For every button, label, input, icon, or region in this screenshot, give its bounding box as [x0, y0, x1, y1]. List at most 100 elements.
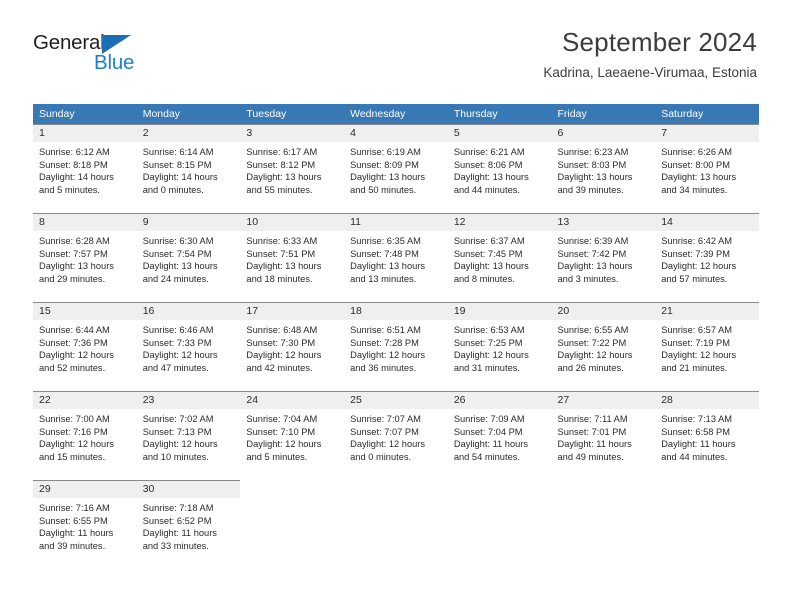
- day-number: 9: [136, 214, 241, 231]
- sunset-time: Sunset: 7:48 PM: [350, 248, 419, 259]
- day-cell-body: 24 Sunrise: 7:04 AM Sunset: 7:10 PM Dayligh…: [240, 391, 345, 480]
- daylight-duration-line1: Daylight: 13 hours: [453, 172, 529, 183]
- day-cell-body: 7 Sunrise: 6:26 AM Sunset: 8:00 PM Daylight…: [655, 124, 759, 213]
- calendar-day-cell[interactable]: 26 Sunrise: 7:09 AM Sunset: 7:04 PM Dayligh…: [447, 391, 552, 480]
- daylight-duration-line2: and 0 minutes.: [142, 184, 204, 195]
- calendar-day-cell[interactable]: 17 Sunrise: 6:48 AM Sunset: 7:30 PM Dayligh…: [240, 302, 345, 391]
- daylight-duration-line1: Daylight: 11 hours: [142, 528, 217, 539]
- day-number: 1: [33, 125, 137, 142]
- calendar-day-cell[interactable]: 23 Sunrise: 7:02 AM Sunset: 7:13 PM Dayligh…: [136, 391, 241, 480]
- calendar-day-cell[interactable]: 14 Sunrise: 6:42 AM Sunset: 7:39 PM Dayligh…: [655, 213, 759, 302]
- calendar-day-cell[interactable]: 10 Sunrise: 6:33 AM Sunset: 7:51 PM Dayligh…: [240, 213, 345, 302]
- daylight-duration-line1: Daylight: 13 hours: [142, 261, 218, 272]
- day-sun-info: Sunrise: 6:28 AM Sunset: 7:57 PM Daylight:…: [33, 231, 137, 285]
- day-cell-body: 18 Sunrise: 6:51 AM Sunset: 7:28 PM Dayligh…: [344, 302, 448, 391]
- calendar-day-cell[interactable]: 8 Sunrise: 6:28 AM Sunset: 7:57 PM Daylight…: [33, 213, 137, 302]
- calendar-day-cell[interactable]: 12 Sunrise: 6:37 AM Sunset: 7:45 PM Dayligh…: [447, 213, 552, 302]
- daylight-duration-line1: Daylight: 12 hours: [557, 350, 633, 361]
- day-number: [552, 480, 656, 497]
- page-header: General Blue September 2024 Kadrina, Lae…: [0, 0, 792, 100]
- calendar-day-cell[interactable]: 28 Sunrise: 7:13 AM Sunset: 6:58 PM Dayligh…: [655, 391, 759, 480]
- calendar-day-cell[interactable]: 13 Sunrise: 6:39 AM Sunset: 7:42 PM Dayligh…: [551, 213, 656, 302]
- day-cell-body: [655, 480, 759, 569]
- day-number: 24: [240, 392, 345, 409]
- daylight-duration-line2: and 47 minutes.: [142, 362, 209, 373]
- daylight-duration-line1: Daylight: 14 hours: [142, 172, 218, 183]
- sunrise-time: Sunrise: 6:44 AM: [39, 325, 110, 335]
- daylight-duration-line2: and 44 minutes.: [661, 451, 728, 462]
- calendar-day-cell[interactable]: 2 Sunrise: 6:14 AM Sunset: 8:15 PM Daylight…: [136, 124, 241, 213]
- sunset-time: Sunset: 7:07 PM: [350, 426, 419, 437]
- sunrise-time: Sunrise: 7:16 AM: [39, 503, 110, 513]
- sunrise-time: Sunrise: 6:35 AM: [350, 236, 421, 246]
- calendar-day-cell[interactable]: 27 Sunrise: 7:11 AM Sunset: 7:01 PM Dayligh…: [551, 391, 656, 480]
- day-number: 17: [240, 303, 345, 320]
- daylight-duration-line2: and 39 minutes.: [557, 184, 624, 195]
- calendar-day-cell[interactable]: 30 Sunrise: 7:18 AM Sunset: 6:52 PM Dayligh…: [136, 480, 241, 569]
- calendar-day-cell[interactable]: 4 Sunrise: 6:19 AM Sunset: 8:09 PM Daylight…: [344, 124, 448, 213]
- weekday-header-tuesday: Tuesday: [240, 104, 345, 124]
- day-sun-info: Sunrise: 6:26 AM Sunset: 8:00 PM Daylight:…: [655, 142, 759, 196]
- calendar-day-cell[interactable]: 25 Sunrise: 7:07 AM Sunset: 7:07 PM Dayligh…: [344, 391, 448, 480]
- sunset-time: Sunset: 7:42 PM: [557, 248, 627, 259]
- sunrise-time: Sunrise: 7:11 AM: [557, 414, 628, 424]
- day-sun-info: Sunrise: 7:13 AM Sunset: 6:58 PM Daylight:…: [655, 409, 759, 463]
- day-sun-info: Sunrise: 6:51 AM Sunset: 7:28 PM Daylight:…: [344, 320, 448, 374]
- daylight-duration-line1: Daylight: 11 hours: [557, 439, 632, 450]
- daylight-duration-line2: and 29 minutes.: [39, 273, 106, 284]
- daylight-duration-line1: Daylight: 12 hours: [350, 439, 426, 450]
- calendar-day-cell[interactable]: 24 Sunrise: 7:04 AM Sunset: 7:10 PM Dayligh…: [240, 391, 345, 480]
- calendar-day-cell[interactable]: 15 Sunrise: 6:44 AM Sunset: 7:36 PM Dayligh…: [33, 302, 137, 391]
- day-number: 26: [447, 392, 552, 409]
- day-cell-body: [448, 480, 552, 569]
- calendar-week-row: 29 Sunrise: 7:16 AM Sunset: 6:55 PM Dayligh…: [33, 480, 759, 569]
- day-number: 12: [447, 214, 552, 231]
- calendar-day-cell[interactable]: 20 Sunrise: 6:55 AM Sunset: 7:22 PM Dayligh…: [551, 302, 656, 391]
- calendar-empty-cell: [655, 480, 759, 569]
- day-sun-info: Sunrise: 7:09 AM Sunset: 7:04 PM Daylight:…: [448, 409, 552, 463]
- daylight-duration-line2: and 42 minutes.: [246, 362, 313, 373]
- sunrise-time: Sunrise: 7:13 AM: [661, 414, 733, 424]
- day-number: 28: [655, 392, 759, 409]
- calendar-day-cell[interactable]: 1 Sunrise: 6:12 AM Sunset: 8:18 PM Daylight…: [33, 124, 137, 213]
- calendar-day-cell[interactable]: 11 Sunrise: 6:35 AM Sunset: 7:48 PM Dayligh…: [344, 213, 448, 302]
- sunrise-time: Sunrise: 6:17 AM: [246, 147, 318, 157]
- daylight-duration-line1: Daylight: 11 hours: [39, 528, 114, 539]
- calendar-empty-cell: [552, 480, 656, 569]
- calendar-day-cell[interactable]: 18 Sunrise: 6:51 AM Sunset: 7:28 PM Dayligh…: [344, 302, 448, 391]
- day-sun-info: Sunrise: 6:30 AM Sunset: 7:54 PM Daylight:…: [137, 231, 241, 285]
- daylight-duration-line2: and 24 minutes.: [142, 273, 209, 284]
- day-cell-body: 23 Sunrise: 7:02 AM Sunset: 7:13 PM Dayligh…: [136, 391, 241, 480]
- daylight-duration-line2: and 5 minutes.: [39, 184, 100, 195]
- sunset-time: Sunset: 8:00 PM: [661, 159, 730, 170]
- calendar-day-cell[interactable]: 3 Sunrise: 6:17 AM Sunset: 8:12 PM Daylight…: [240, 124, 345, 213]
- day-number: 14: [655, 214, 759, 231]
- day-cell-body: 1 Sunrise: 6:12 AM Sunset: 8:18 PM Daylight…: [33, 124, 137, 213]
- daylight-duration-line1: Daylight: 12 hours: [246, 350, 322, 361]
- calendar-day-cell[interactable]: 29 Sunrise: 7:16 AM Sunset: 6:55 PM Dayligh…: [33, 480, 137, 569]
- day-number: 30: [136, 481, 241, 498]
- sunset-time: Sunset: 7:19 PM: [661, 337, 730, 348]
- calendar-day-cell[interactable]: 22 Sunrise: 7:00 AM Sunset: 7:16 PM Dayligh…: [33, 391, 137, 480]
- day-sun-info: Sunrise: 6:12 AM Sunset: 8:18 PM Daylight:…: [33, 142, 137, 196]
- day-cell-body: 22 Sunrise: 7:00 AM Sunset: 7:16 PM Dayligh…: [33, 391, 137, 480]
- calendar-day-cell[interactable]: 19 Sunrise: 6:53 AM Sunset: 7:25 PM Dayligh…: [447, 302, 552, 391]
- daylight-duration-line2: and 26 minutes.: [557, 362, 624, 373]
- daylight-duration-line2: and 10 minutes.: [142, 451, 209, 462]
- day-number: 20: [551, 303, 656, 320]
- day-number: 6: [551, 125, 656, 142]
- daylight-duration-line2: and 0 minutes.: [350, 451, 412, 462]
- sunset-time: Sunset: 8:03 PM: [557, 159, 627, 170]
- calendar-day-cell[interactable]: 16 Sunrise: 6:46 AM Sunset: 7:33 PM Dayligh…: [136, 302, 241, 391]
- calendar-day-cell[interactable]: 6 Sunrise: 6:23 AM Sunset: 8:03 PM Daylight…: [551, 124, 656, 213]
- day-cell-body: [240, 480, 344, 569]
- day-number: 29: [33, 481, 137, 498]
- day-sun-info: Sunrise: 6:35 AM Sunset: 7:48 PM Daylight:…: [344, 231, 448, 285]
- day-number: [448, 480, 552, 497]
- calendar-day-cell[interactable]: 7 Sunrise: 6:26 AM Sunset: 8:00 PM Daylight…: [655, 124, 759, 213]
- day-sun-info: Sunrise: 6:55 AM Sunset: 7:22 PM Daylight:…: [552, 320, 656, 374]
- calendar-day-cell[interactable]: 9 Sunrise: 6:30 AM Sunset: 7:54 PM Daylight…: [136, 213, 241, 302]
- sunset-time: Sunset: 7:01 PM: [557, 426, 627, 437]
- calendar-day-cell[interactable]: 21 Sunrise: 6:57 AM Sunset: 7:19 PM Dayligh…: [655, 302, 759, 391]
- calendar-day-cell[interactable]: 5 Sunrise: 6:21 AM Sunset: 8:06 PM Daylight…: [447, 124, 552, 213]
